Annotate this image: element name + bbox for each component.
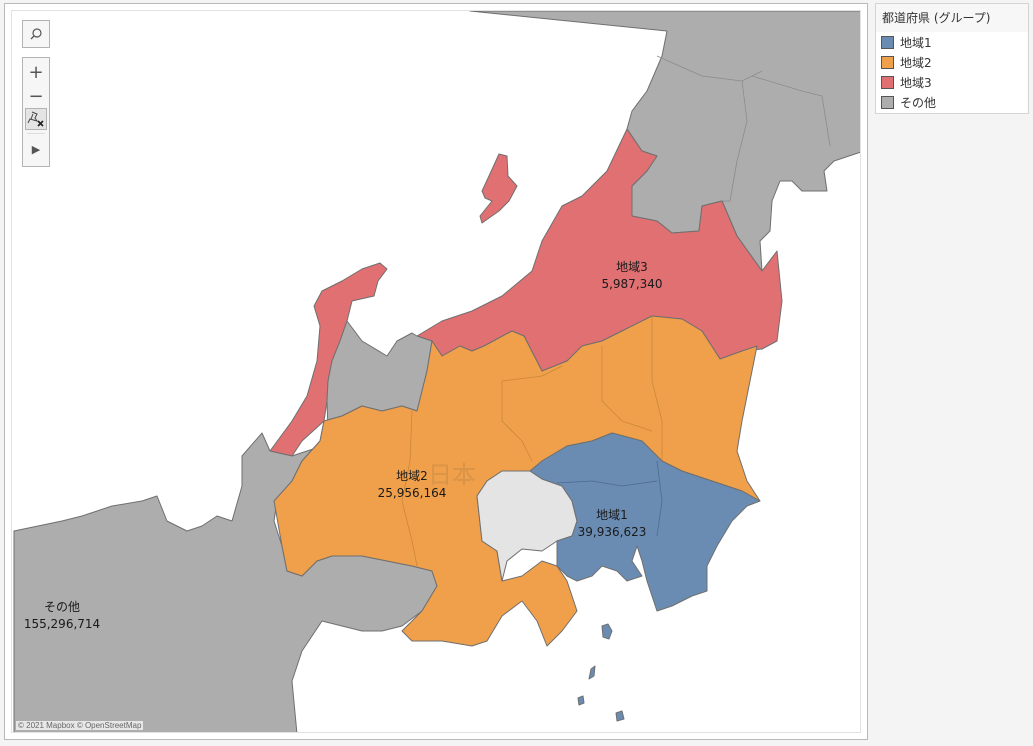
map-canvas[interactable]: 日本 地域3 5,987,340 地域2 25,956,164 地域1 39,9… [11, 10, 861, 733]
legend-label: 地域3 [900, 75, 932, 90]
plus-icon: + [28, 61, 44, 83]
expand-toolbar-button[interactable]: ▶ [23, 137, 49, 161]
unpin-icon [27, 111, 44, 127]
legend-swatch [881, 75, 894, 89]
map-label-group: 地域1 [596, 508, 628, 522]
map-label-group: その他 [43, 600, 80, 614]
map-label-value: 25,956,164 [377, 486, 447, 500]
region-1-island-c [615, 710, 625, 722]
map-label-value: 155,296,714 [23, 617, 101, 631]
legend-item-region-3[interactable]: 地域3 [876, 72, 1028, 92]
search-control[interactable] [22, 20, 50, 48]
region-1-island-a [588, 665, 596, 680]
map-label-region-3[interactable]: 地域3 5,987,340 [601, 259, 662, 293]
map-attribution[interactable]: © 2021 Mapbox © OpenStreetMap [16, 721, 144, 730]
zoom-out-button[interactable]: − [23, 84, 49, 108]
legend-label: 地域1 [900, 35, 932, 50]
minus-icon: − [28, 85, 44, 107]
region-1-island-oshima [601, 623, 613, 640]
region-3-sado [479, 153, 518, 224]
map-view[interactable]: 日本 地域3 5,987,340 地域2 25,956,164 地域1 39,9… [4, 3, 868, 740]
legend-label: その他 [900, 95, 937, 110]
zoom-controls: + − ▶ [22, 57, 50, 167]
map-label-group: 地域2 [396, 469, 428, 483]
map-label-value: 5,987,340 [601, 277, 663, 291]
color-legend: 都道府県 (グループ) 地域1 地域2 地域3 その他 [875, 3, 1029, 114]
map-label-region-1[interactable]: 地域1 39,936,623 [578, 507, 647, 541]
legend-swatch [881, 35, 894, 49]
map-search-button[interactable] [23, 21, 49, 47]
search-icon [30, 28, 42, 40]
legend-item-region-1[interactable]: 地域1 [876, 32, 1028, 52]
reset-pin-button[interactable] [25, 108, 47, 130]
legend-title: 都道府県 (グループ) [876, 4, 1028, 32]
map-svg[interactable] [12, 11, 861, 733]
legend-item-region-2[interactable]: 地域2 [876, 52, 1028, 72]
map-label-other[interactable]: その他 155,296,714 [24, 599, 100, 633]
map-label-group: 地域3 [616, 260, 648, 274]
legend-swatch [881, 55, 894, 69]
legend-item-other[interactable]: その他 [876, 92, 1028, 112]
legend-swatch [881, 95, 894, 109]
map-label-region-2[interactable]: 地域2 25,956,164 [378, 468, 447, 502]
legend-label: 地域2 [900, 55, 932, 70]
map-label-value: 39,936,623 [577, 525, 647, 539]
region-1-island-b [577, 695, 585, 706]
play-arrow-icon: ▶ [31, 142, 41, 156]
divider [27, 133, 45, 134]
zoom-in-button[interactable]: + [23, 60, 49, 84]
